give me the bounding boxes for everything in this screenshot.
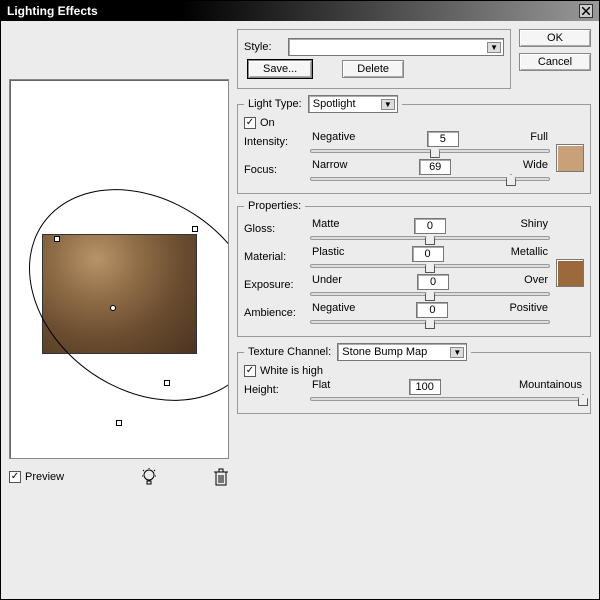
light-center[interactable] [110, 305, 116, 311]
white-high-checkbox[interactable]: White is high [244, 365, 584, 377]
light-type-group: Light Type: Spotlight On Intensity: [237, 95, 591, 194]
ellipse-handle[interactable] [116, 420, 122, 426]
preview-label: Preview [25, 471, 64, 483]
preview-column: Preview [9, 29, 229, 591]
ambience-slider[interactable] [310, 320, 550, 324]
texture-legend: Texture Channel: Stone Bump Map [244, 343, 471, 361]
ellipse-handle[interactable] [54, 236, 60, 242]
trash-icon[interactable] [213, 467, 229, 487]
controls-column: Style: Save... Delete OK Cancel [237, 29, 591, 591]
height-label: Height: [244, 384, 304, 396]
slider-thumb[interactable] [430, 146, 440, 158]
slider-thumb[interactable] [425, 317, 435, 329]
slider-thumb[interactable] [425, 289, 435, 301]
white-high-label: White is high [260, 365, 323, 377]
save-button[interactable]: Save... [248, 60, 312, 78]
focus-label: Focus: [244, 164, 304, 176]
ellipse-handle[interactable] [192, 226, 198, 232]
style-group: Style: Save... Delete [237, 29, 511, 89]
light-ellipse[interactable] [9, 145, 229, 444]
ambient-color-swatch[interactable] [556, 259, 584, 287]
dialog-title: Lighting Effects [7, 4, 98, 18]
preview-checkbox[interactable]: Preview [9, 471, 64, 483]
slider-thumb[interactable] [578, 394, 588, 406]
cancel-button[interactable]: Cancel [519, 53, 591, 71]
ellipse-handle[interactable] [164, 380, 170, 386]
titlebar: Lighting Effects [1, 1, 599, 21]
material-input[interactable]: 0 [412, 246, 444, 262]
slider-thumb[interactable] [506, 174, 516, 186]
preview-canvas[interactable] [9, 79, 229, 459]
material-slider[interactable] [310, 264, 550, 268]
checkbox-icon [244, 117, 256, 129]
height-slider[interactable] [310, 397, 584, 401]
properties-legend: Properties: [244, 200, 305, 212]
exposure-slider[interactable] [310, 292, 550, 296]
intensity-slider[interactable] [310, 149, 550, 153]
light-type-legend: Light Type: Spotlight [244, 95, 402, 113]
ambience-label: Ambience: [244, 307, 304, 319]
gloss-input[interactable]: 0 [414, 218, 446, 234]
close-button[interactable] [579, 4, 593, 18]
lighting-effects-dialog: Lighting Effects Preview [0, 0, 600, 600]
focus-slider[interactable] [310, 177, 550, 181]
slider-thumb[interactable] [425, 261, 435, 273]
checkbox-icon [9, 471, 21, 483]
texture-channel-dropdown[interactable]: Stone Bump Map [337, 343, 467, 361]
on-checkbox[interactable]: On [244, 117, 584, 129]
light-color-swatch[interactable] [556, 144, 584, 172]
height-input[interactable]: 100 [409, 379, 441, 395]
checkbox-icon [244, 365, 256, 377]
style-label: Style: [244, 41, 282, 53]
gloss-label: Gloss: [244, 223, 304, 235]
on-label: On [260, 117, 275, 129]
intensity-input[interactable]: 5 [427, 131, 459, 147]
gloss-slider[interactable] [310, 236, 550, 240]
style-dropdown[interactable] [288, 38, 504, 56]
delete-button[interactable]: Delete [342, 60, 404, 78]
texture-group: Texture Channel: Stone Bump Map White is… [237, 343, 591, 414]
intensity-label: Intensity: [244, 136, 304, 148]
lightbulb-icon[interactable] [141, 467, 157, 487]
ambience-input[interactable]: 0 [416, 302, 448, 318]
ok-button[interactable]: OK [519, 29, 591, 47]
material-label: Material: [244, 251, 304, 263]
light-type-dropdown[interactable]: Spotlight [308, 95, 398, 113]
properties-group: Properties: Gloss: Matte0Shiny Material: [237, 200, 591, 337]
focus-input[interactable]: 69 [419, 159, 451, 175]
exposure-input[interactable]: 0 [417, 274, 449, 290]
exposure-label: Exposure: [244, 279, 304, 291]
slider-thumb[interactable] [425, 233, 435, 245]
